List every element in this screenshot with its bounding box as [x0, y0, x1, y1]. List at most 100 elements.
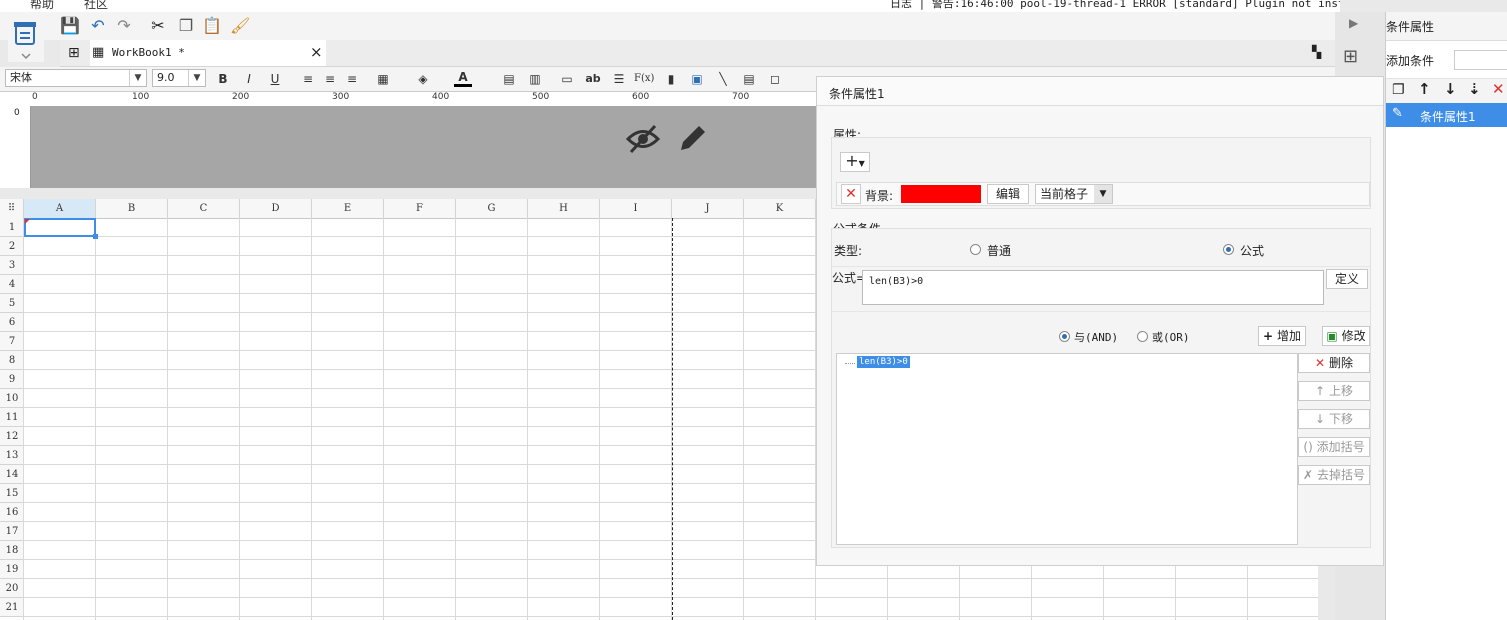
menu-help[interactable]: 帮助 [30, 0, 54, 12]
font-size-select[interactable]: 9.0 ▼ [152, 69, 206, 87]
move-down-button[interactable]: ↓ 下移 [1298, 409, 1370, 429]
remove-property-icon[interactable]: ✕ [841, 184, 861, 204]
close-icon[interactable]: × [310, 43, 323, 61]
format-painter-icon[interactable]: 🖌 [230, 16, 250, 36]
column-header[interactable]: H [528, 199, 600, 218]
font-color-icon[interactable]: A [454, 70, 472, 87]
add-bracket-button[interactable]: () 添加括号 [1298, 437, 1370, 457]
select-all-icon[interactable]: ⠿ [0, 199, 24, 218]
column-header[interactable]: E [312, 199, 384, 218]
column-header[interactable]: D [240, 199, 312, 218]
row-header[interactable]: 19 [0, 560, 24, 579]
row-header[interactable]: 15 [0, 484, 24, 503]
add-condition-input[interactable] [1454, 50, 1507, 70]
border-icon[interactable]: ▦ [374, 70, 392, 88]
column-header[interactable]: G [456, 199, 528, 218]
scope-select[interactable]: 当前格子 ▼ [1035, 184, 1113, 204]
italic-button[interactable]: I [240, 70, 258, 88]
or-radio[interactable] [1137, 331, 1148, 342]
row-header[interactable]: 17 [0, 522, 24, 541]
delete-button[interactable]: ✕ 删除 [1298, 353, 1370, 373]
fill-handle[interactable] [93, 234, 98, 239]
type-formula-radio[interactable] [1223, 244, 1234, 255]
move-down-icon[interactable]: ↓ [1444, 80, 1457, 98]
row-header[interactable]: 8 [0, 351, 24, 370]
row-header[interactable]: 10 [0, 389, 24, 408]
formula-button[interactable]: F(x) [634, 70, 654, 88]
column-header[interactable]: B [96, 199, 168, 218]
type-normal-radio[interactable] [970, 244, 981, 255]
text-icon[interactable]: ☰ [610, 70, 628, 88]
column-header[interactable]: I [600, 199, 672, 218]
row-header[interactable]: 7 [0, 332, 24, 351]
undo-icon[interactable]: ↶ [88, 16, 108, 36]
align-center-icon[interactable]: ≡ [321, 70, 339, 88]
tab-list-icon[interactable]: ▚ [1312, 45, 1321, 59]
define-button[interactable]: 定义 [1326, 269, 1368, 289]
fill-color-icon[interactable]: ◈ [414, 70, 432, 88]
row-header[interactable]: 18 [0, 541, 24, 560]
formula-input[interactable]: len(B3)>0 [862, 270, 1324, 305]
grid-icon[interactable]: ⊞ [68, 45, 80, 61]
background-color-swatch[interactable] [901, 185, 981, 203]
row-header[interactable]: 1 [0, 218, 24, 237]
move-up-icon[interactable]: ↑ [1418, 80, 1431, 98]
slash-icon[interactable]: ╲ [714, 70, 732, 88]
column-header[interactable]: A [24, 199, 96, 218]
copy-icon[interactable]: ❐ [1392, 82, 1405, 98]
row-header[interactable]: 21 [0, 598, 24, 617]
merge-icon[interactable]: ▤ [500, 70, 518, 88]
font-select[interactable]: 宋体 ▼ [5, 69, 147, 87]
save-icon[interactable]: 💾 [60, 16, 80, 36]
designer-menu-button[interactable] [8, 18, 44, 62]
frame-icon[interactable]: ◻ [766, 70, 784, 88]
image-icon[interactable]: ▣ [688, 70, 706, 88]
row-header[interactable]: 16 [0, 503, 24, 522]
wrap-text-button[interactable]: ab [584, 70, 602, 88]
delete-icon[interactable]: ✕ [1492, 80, 1505, 98]
condition-list[interactable]: len(B3)>0 [836, 353, 1298, 545]
row-header[interactable]: 6 [0, 313, 24, 332]
move-up-button[interactable]: ↑ 上移 [1298, 381, 1370, 401]
chart-icon[interactable]: ▮ [662, 70, 680, 88]
row-header[interactable]: 3 [0, 256, 24, 275]
modify-button[interactable]: ▣ 修改 [1322, 326, 1370, 346]
row-header[interactable]: 11 [0, 408, 24, 427]
unmerge-icon[interactable]: ▥ [526, 70, 544, 88]
cut-icon[interactable]: ✂ [148, 16, 168, 36]
column-header[interactable]: F [384, 199, 456, 218]
row-header[interactable]: 14 [0, 465, 24, 484]
menu-community[interactable]: 社区 [84, 0, 108, 12]
hidden-eye-icon[interactable] [625, 122, 661, 156]
edit-button[interactable]: 编辑 [987, 184, 1029, 204]
row-header[interactable]: 20 [0, 579, 24, 598]
and-radio[interactable] [1059, 331, 1070, 342]
redo-icon[interactable]: ↷ [114, 16, 134, 36]
sub-report-icon[interactable]: ▤ [740, 70, 758, 88]
row-header[interactable]: 9 [0, 370, 24, 389]
pencil-icon[interactable] [675, 122, 709, 156]
expand-icon[interactable]: ▶ [1349, 16, 1358, 30]
row-header[interactable]: 12 [0, 427, 24, 446]
align-left-icon[interactable]: ≡ [299, 70, 317, 88]
column-header[interactable]: K [744, 199, 816, 218]
selected-cell[interactable] [24, 218, 96, 237]
underline-button[interactable]: U [266, 70, 284, 88]
row-header[interactable]: 2 [0, 237, 24, 256]
tab-workbook1[interactable]: ▦ WorkBook1 * × [90, 40, 326, 66]
column-header[interactable]: J [672, 199, 744, 218]
row-header[interactable]: 4 [0, 275, 24, 294]
add-button[interactable]: + 增加 [1258, 326, 1306, 346]
add-property-button[interactable]: +▼ [840, 152, 870, 172]
bold-button[interactable]: B [214, 70, 232, 88]
row-header[interactable]: 13 [0, 446, 24, 465]
copy-icon[interactable]: ❐ [176, 16, 196, 36]
move-bottom-icon[interactable]: ⇣ [1468, 80, 1481, 98]
remove-bracket-button[interactable]: ✗ 去掉括号 [1298, 465, 1370, 485]
align-right-icon[interactable]: ≡ [343, 70, 361, 88]
condition-list-item[interactable]: ✎ 条件属性1 [1386, 103, 1507, 127]
paste-icon[interactable]: 📋 [202, 16, 222, 36]
row-header[interactable]: 5 [0, 294, 24, 313]
insert-cell-icon[interactable]: ▭ [558, 70, 576, 88]
column-header[interactable]: C [168, 199, 240, 218]
